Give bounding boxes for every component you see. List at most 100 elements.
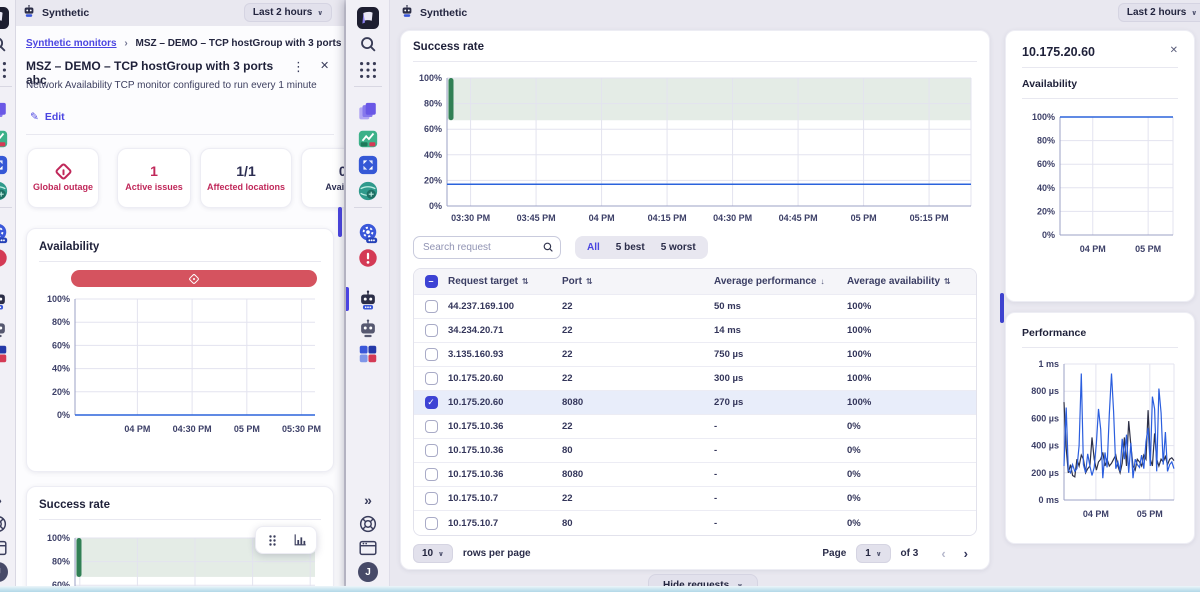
svg-text:20%: 20% (1037, 206, 1055, 216)
search-icon[interactable] (356, 32, 380, 56)
table-row[interactable]: 44.237.169.1002250 ms100% (414, 295, 976, 319)
app-icon-synthetic-classic[interactable] (0, 316, 10, 340)
svg-text:400 µs: 400 µs (1031, 441, 1059, 451)
recordings-icon[interactable] (0, 536, 10, 560)
user-avatar[interactable]: J (356, 560, 380, 584)
stat-card-availability[interactable]: 0% Availability (301, 148, 344, 208)
filter-5-worst[interactable]: 5 worst (661, 242, 696, 253)
table-row[interactable]: 3.135.160.9322750 µs100% (414, 343, 976, 367)
column-header-average-performance[interactable]: Average performance↓ (714, 276, 847, 287)
app-icon-settings-badge[interactable] (356, 221, 380, 245)
row-checkbox[interactable] (425, 300, 438, 313)
dynatrace-logo[interactable] (356, 6, 380, 30)
app-icon-color-grid[interactable] (0, 342, 10, 366)
app-launcher-icon[interactable] (0, 58, 10, 82)
table-row[interactable]: 10.175.10.3680-0% (414, 439, 976, 463)
scrollbar-thumb[interactable] (1000, 293, 1004, 323)
close-icon[interactable]: ✕ (1170, 45, 1178, 56)
column-header-average-availability[interactable]: Average availability⇅ (847, 276, 976, 287)
search-icon[interactable] (0, 32, 10, 56)
edit-button[interactable]: ✎ Edit (30, 111, 65, 123)
app-icon-teal-globe[interactable] (0, 179, 10, 203)
table-row[interactable]: 10.175.10.722-0% (414, 487, 976, 511)
table-row[interactable]: 34.234.20.712214 ms100% (414, 319, 976, 343)
svg-text:60%: 60% (52, 340, 70, 350)
row-checkbox[interactable] (425, 517, 438, 530)
time-range-selector[interactable]: Last 2 hours∨ (1118, 3, 1200, 22)
app-icon-problems-alert[interactable] (0, 246, 10, 270)
kebab-menu-icon[interactable]: ⋮ (292, 59, 305, 75)
dynatrace-logo[interactable] (0, 6, 10, 30)
target-title: 10.175.20.60 (1022, 45, 1170, 59)
user-avatar[interactable]: J (0, 560, 10, 584)
filter-5-best[interactable]: 5 best (616, 242, 645, 253)
expand-rail-icon[interactable]: » (0, 488, 10, 512)
app-icon-blue-expand[interactable] (0, 153, 10, 177)
filter-segmented-control: All 5 best 5 worst (575, 236, 708, 259)
next-page-icon[interactable]: › (955, 546, 977, 561)
app-icon-green-dashboard[interactable] (356, 127, 380, 151)
drag-handle-icon[interactable] (259, 530, 285, 550)
svg-text:05 PM: 05 PM (851, 213, 877, 223)
app-icon-blue-expand[interactable] (356, 153, 380, 177)
stat-card-affected-locations[interactable]: 1/1 Affected locations (200, 148, 292, 208)
rows-per-page-select[interactable]: 10∨ (413, 544, 453, 563)
svg-text:05 PM: 05 PM (234, 424, 260, 434)
row-checkbox[interactable] (425, 444, 438, 457)
expand-rail-icon[interactable]: » (356, 488, 380, 512)
app-icon-synthetic-active[interactable] (0, 288, 10, 312)
row-checkbox[interactable] (425, 348, 438, 361)
app-icon-synthetic-classic[interactable] (356, 316, 380, 340)
left-window-rail-clipped: »J (0, 0, 16, 592)
app-icon-purple-cubes[interactable] (356, 100, 380, 124)
stat-card-global-outage[interactable]: Global outage (27, 148, 99, 208)
select-all-checkbox[interactable]: – (425, 275, 438, 288)
screen: »J Synthetic Last 2 hours∨ Synthetic mon… (0, 0, 1200, 592)
table-row[interactable]: 10.175.10.3622-0% (414, 415, 976, 439)
column-header-port[interactable]: Port⇅ (562, 276, 714, 287)
bar-chart-icon[interactable] (287, 530, 313, 550)
row-checkbox[interactable] (425, 420, 438, 433)
app-icon-synthetic-active[interactable] (356, 288, 380, 312)
row-checkbox[interactable] (425, 468, 438, 481)
table-row[interactable]: 10.175.10.780-0% (414, 511, 976, 535)
app-icon-green-dashboard[interactable] (0, 127, 10, 151)
search-input[interactable] (413, 236, 561, 259)
recordings-icon[interactable] (356, 536, 380, 560)
breadcrumb-separator: › (124, 38, 127, 49)
table-row[interactable]: 10.175.20.6022300 µs100% (414, 367, 976, 391)
table-row[interactable]: 10.175.10.368080-0% (414, 463, 976, 487)
row-checkbox[interactable] (425, 324, 438, 337)
close-icon[interactable]: ✕ (320, 59, 329, 72)
svg-text:800 µs: 800 µs (1031, 386, 1059, 396)
row-checkbox[interactable] (425, 372, 438, 385)
avatar[interactable]: J (0, 562, 8, 582)
app-icon-settings-badge[interactable] (0, 221, 10, 245)
app-icon-teal-globe[interactable] (356, 179, 380, 203)
global-outage-banner[interactable] (71, 270, 317, 287)
svg-text:04:30 PM: 04:30 PM (173, 424, 212, 434)
row-checkbox[interactable] (425, 492, 438, 505)
help-icon[interactable] (356, 512, 380, 536)
row-checkbox-checked[interactable]: ✓ (425, 396, 438, 409)
previous-page-icon[interactable]: ‹ (932, 546, 954, 561)
svg-text:40%: 40% (424, 150, 442, 160)
table-row-selected[interactable]: ✓ 10.175.20.608080270 µs100% (414, 391, 976, 415)
svg-text:03:45 PM: 03:45 PM (517, 213, 556, 223)
help-icon[interactable] (0, 512, 10, 536)
svg-text:80%: 80% (52, 557, 70, 567)
time-range-selector[interactable]: Last 2 hours∨ (244, 3, 332, 22)
filter-all[interactable]: All (587, 242, 600, 253)
breadcrumb-link-synthetic-monitors[interactable]: Synthetic monitors (26, 38, 117, 49)
page-select[interactable]: 1∨ (856, 544, 890, 563)
stat-card-active-issues[interactable]: 1 Active issues (117, 148, 191, 208)
divider (26, 134, 334, 135)
divider (1022, 347, 1178, 348)
app-icon-color-grid[interactable] (356, 342, 380, 366)
column-header-request-target[interactable]: Request target⇅ (448, 276, 562, 287)
app-icon-problems-alert[interactable] (356, 246, 380, 270)
app-launcher-icon[interactable] (356, 58, 380, 82)
scrollbar-thumb[interactable] (338, 207, 342, 237)
app-icon-purple-cubes[interactable] (0, 100, 10, 124)
avatar[interactable]: J (358, 562, 378, 582)
